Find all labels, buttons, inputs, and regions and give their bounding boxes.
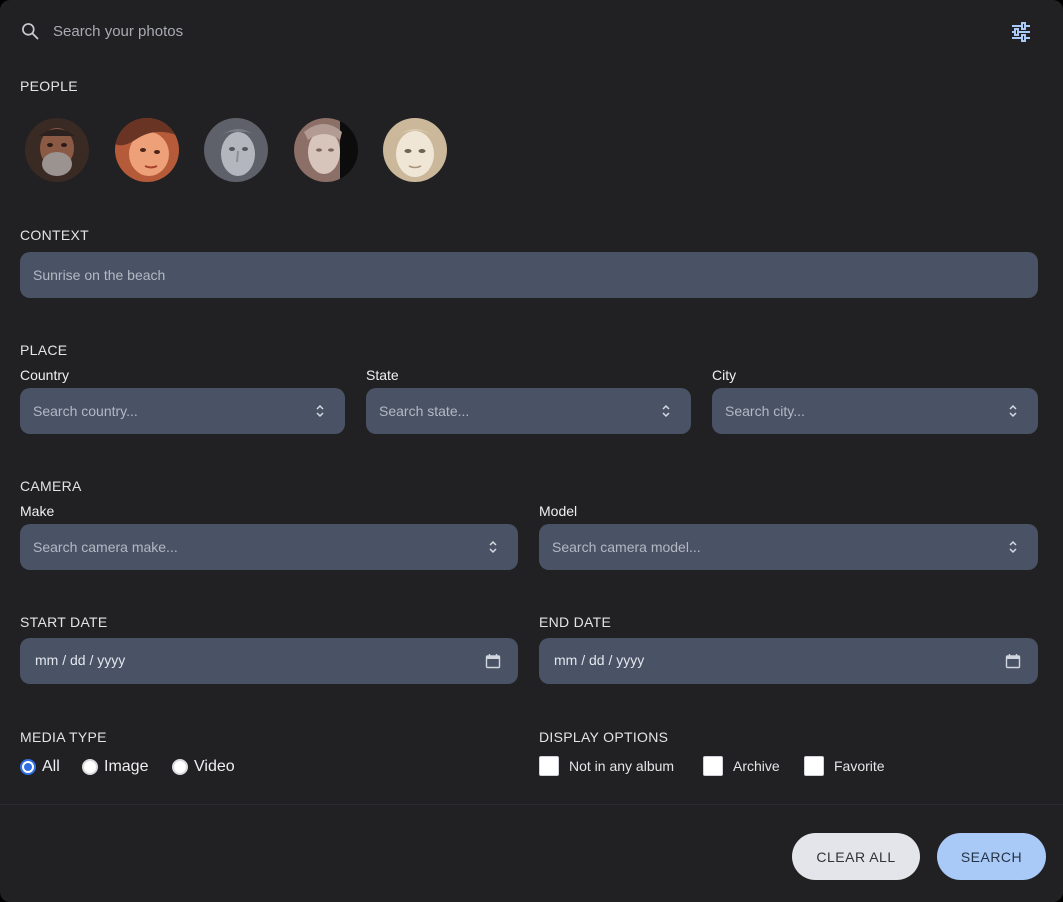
city-input[interactable] — [725, 388, 1001, 434]
footer-divider — [0, 804, 1063, 805]
clear-all-button[interactable]: CLEAR ALL — [792, 833, 920, 880]
search-button[interactable]: SEARCH — [937, 833, 1046, 880]
person-face-icon — [204, 118, 268, 182]
model-label: Model — [539, 503, 578, 519]
start-date-value: mm / dd / yyyy — [35, 652, 126, 668]
camera-make-combobox[interactable] — [20, 524, 518, 570]
calendar-icon[interactable] — [1005, 653, 1021, 669]
country-label: Country — [20, 367, 70, 383]
search-bar — [0, 0, 1063, 60]
end-date-value: mm / dd / yyyy — [554, 652, 645, 668]
radio-label: All — [42, 758, 60, 775]
context-heading: CONTEXT — [20, 227, 89, 243]
person-face-icon — [383, 118, 447, 182]
calendar-icon[interactable] — [485, 653, 501, 669]
radio-image[interactable]: Image — [82, 756, 148, 778]
people-heading: PEOPLE — [20, 78, 78, 94]
chevron-up-down-icon — [316, 404, 324, 418]
country-combobox[interactable] — [20, 388, 345, 434]
start-date-input[interactable]: mm / dd / yyyy — [20, 638, 518, 684]
radio-circle[interactable] — [172, 759, 188, 775]
chevron-up-down-icon — [1009, 404, 1017, 418]
search-filter-panel: PEOPLE — [0, 0, 1063, 902]
end-date-heading: END DATE — [539, 614, 612, 630]
camera-heading: CAMERA — [20, 478, 82, 494]
country-input[interactable] — [33, 388, 308, 434]
radio-label: Video — [194, 758, 235, 775]
chevron-up-down-icon — [662, 404, 670, 418]
end-date-input[interactable]: mm / dd / yyyy — [539, 638, 1038, 684]
avatar[interactable] — [294, 118, 358, 182]
checkbox-box[interactable] — [703, 756, 723, 776]
context-input[interactable] — [33, 252, 1001, 298]
checkbox-label: Not in any album — [569, 758, 675, 774]
checkbox-favorite[interactable]: Favorite — [804, 755, 885, 777]
camera-make-input[interactable] — [33, 524, 481, 570]
city-label: City — [712, 367, 737, 383]
checkbox-not-in-album[interactable]: Not in any album — [539, 755, 674, 777]
avatar[interactable] — [204, 118, 268, 182]
search-icon — [22, 23, 39, 40]
start-date-heading: START DATE — [20, 614, 108, 630]
radio-circle[interactable] — [20, 759, 36, 775]
person-face-icon — [294, 118, 358, 182]
checkbox-label: Archive — [733, 758, 780, 774]
media-type-heading: MEDIA TYPE — [20, 729, 107, 745]
checkbox-box[interactable] — [804, 756, 824, 776]
tune-icon[interactable] — [1009, 20, 1033, 44]
checkbox-box[interactable] — [539, 756, 559, 776]
radio-all[interactable]: All — [20, 756, 60, 778]
camera-model-input[interactable] — [552, 524, 1001, 570]
context-field[interactable] — [20, 252, 1038, 298]
search-input[interactable] — [53, 18, 953, 44]
display-options-heading: DISPLAY OPTIONS — [539, 729, 669, 745]
person-face-icon — [115, 118, 179, 182]
chevron-up-down-icon — [489, 540, 497, 554]
camera-model-combobox[interactable] — [539, 524, 1038, 570]
chevron-up-down-icon — [1009, 540, 1017, 554]
state-input[interactable] — [379, 388, 654, 434]
state-label: State — [366, 367, 399, 383]
avatar[interactable] — [115, 118, 179, 182]
make-label: Make — [20, 503, 55, 519]
state-combobox[interactable] — [366, 388, 691, 434]
radio-circle[interactable] — [82, 759, 98, 775]
avatar[interactable] — [25, 118, 89, 182]
radio-label: Image — [104, 758, 149, 775]
person-face-icon — [25, 118, 89, 182]
radio-video[interactable]: Video — [172, 756, 235, 778]
city-combobox[interactable] — [712, 388, 1038, 434]
checkbox-label: Favorite — [834, 758, 885, 774]
checkbox-archive[interactable]: Archive — [703, 755, 780, 777]
place-heading: PLACE — [20, 342, 68, 358]
avatar[interactable] — [383, 118, 447, 182]
